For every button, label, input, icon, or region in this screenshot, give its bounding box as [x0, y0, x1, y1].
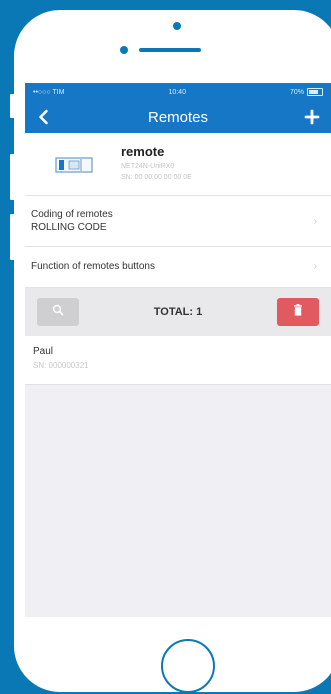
sensor-dot	[120, 46, 128, 54]
search-button[interactable]	[37, 298, 79, 326]
device-name: remote	[121, 144, 165, 159]
chevron-right-icon: ›	[313, 261, 317, 272]
plus-icon[interactable]	[303, 108, 321, 126]
battery-label: 70%	[289, 88, 304, 96]
status-bar: ••○○○ TIM 10:40 70%	[25, 83, 331, 101]
camera-dot	[173, 22, 181, 30]
carrier-label: ••○○○ TIM	[33, 88, 65, 96]
app-screen: ••○○○ TIM 10:40 70% Remotes remote NET24…	[25, 83, 331, 617]
volume-up-button	[8, 152, 14, 202]
list-toolbar: TOTAL: 1	[25, 288, 331, 336]
buttons-function-row[interactable]: Function of remotes buttons ›	[25, 247, 331, 288]
volume-down-button	[8, 212, 14, 262]
mute-switch	[8, 92, 14, 120]
total-count: TOTAL: 1	[153, 306, 203, 318]
remote-serial: SN: 000000321	[33, 361, 89, 370]
chevron-left-icon[interactable]	[35, 108, 53, 126]
coding-title: Coding of remotes	[31, 209, 113, 220]
home-button[interactable]	[161, 639, 215, 693]
speaker-grille	[139, 48, 201, 52]
delete-button[interactable]	[277, 298, 319, 326]
coding-value: ROLLING CODE	[31, 222, 107, 233]
remote-device-icon	[55, 157, 93, 178]
search-icon	[52, 303, 64, 321]
remote-list-item[interactable]: Paul SN: 000000321	[25, 336, 331, 385]
device-card: remote NET24N-UniRX0 SN: 00 00 00 00 00 …	[25, 133, 331, 196]
battery-icon	[306, 88, 323, 96]
coding-row[interactable]: Coding of remotes ROLLING CODE ›	[25, 196, 331, 247]
remote-owner-name: Paul	[33, 346, 54, 357]
device-model: NET24N-UniRX0	[121, 163, 175, 170]
chevron-right-icon: ›	[313, 216, 317, 227]
trash-icon	[293, 303, 303, 321]
device-serial: SN: 00 00 00 00 00 0E	[121, 174, 192, 181]
clock-label: 10:40	[168, 88, 186, 96]
page-title: Remotes	[147, 108, 209, 126]
battery-indicator: 70%	[290, 88, 323, 96]
nav-bar: Remotes	[25, 101, 331, 133]
buttons-function-title: Function of remotes buttons	[31, 261, 155, 272]
